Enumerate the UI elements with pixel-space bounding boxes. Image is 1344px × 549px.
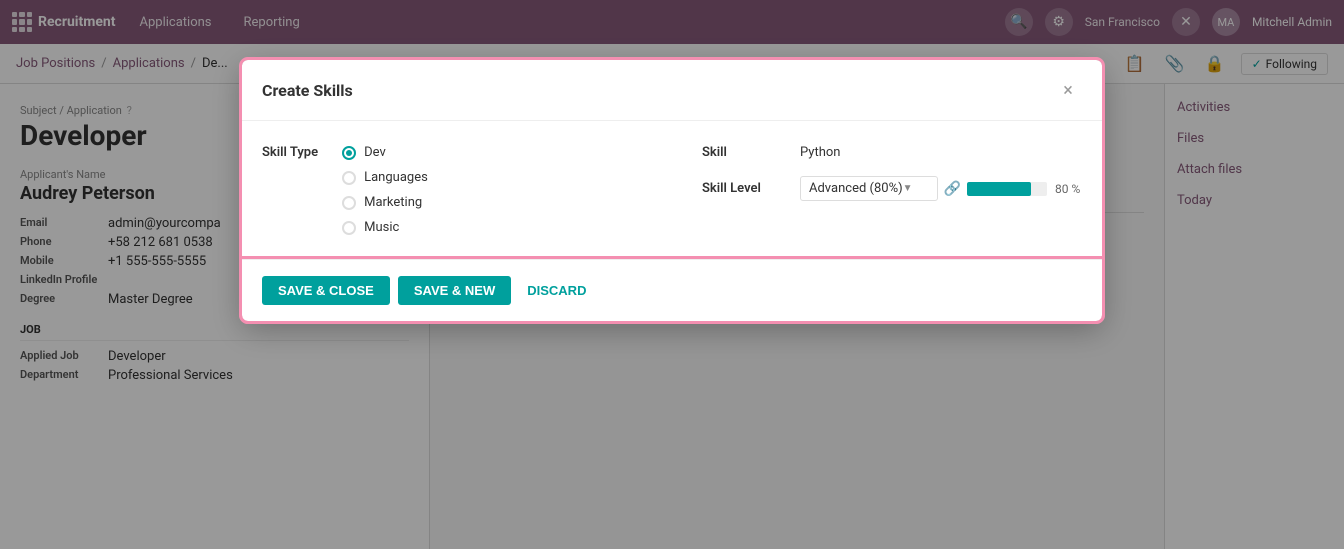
skill-detail-section: Skill Python Skill Level Advanced (80%) …: [702, 145, 1082, 235]
skill-level-label: Skill Level: [702, 181, 792, 196]
external-link-icon[interactable]: 🔗: [944, 181, 961, 197]
modal-body: Skill Type Dev Languages Marketing: [242, 121, 1102, 259]
radio-dev-circle: [342, 146, 356, 160]
skill-label: Skill: [702, 145, 792, 160]
skill-type-label: Skill Type: [262, 145, 318, 160]
radio-dev-label: Dev: [364, 145, 386, 160]
skill-level-select[interactable]: Advanced (80%) ▼: [800, 176, 938, 201]
radio-languages-label: Languages: [364, 170, 428, 185]
skill-type-section: Skill Type Dev Languages Marketing: [262, 145, 642, 235]
discard-button[interactable]: DISCARD: [519, 276, 594, 305]
modal-header: Create Skills ×: [242, 60, 1102, 121]
skill-level-selected: Advanced (80%): [809, 181, 903, 196]
progress-bar-background: [967, 182, 1047, 196]
modal-footer: SAVE & CLOSE SAVE & NEW DISCARD: [242, 259, 1102, 321]
radio-languages[interactable]: Languages: [342, 170, 428, 185]
create-skills-modal: Create Skills × Skill Type Dev Langua: [242, 60, 1102, 321]
radio-music-label: Music: [364, 220, 399, 235]
skill-level-controls: Advanced (80%) ▼ 🔗 80 %: [800, 176, 1080, 201]
skill-progress: 80 %: [967, 182, 1080, 196]
skill-row: Skill Python: [702, 145, 1082, 160]
save-close-button[interactable]: SAVE & CLOSE: [262, 276, 390, 305]
radio-languages-circle: [342, 171, 356, 185]
radio-marketing-label: Marketing: [364, 195, 422, 210]
radio-marketing[interactable]: Marketing: [342, 195, 428, 210]
save-new-button[interactable]: SAVE & NEW: [398, 276, 511, 305]
modal-overlay: Create Skills × Skill Type Dev Langua: [0, 0, 1344, 549]
radio-music[interactable]: Music: [342, 220, 428, 235]
modal-close-button[interactable]: ×: [1054, 76, 1082, 104]
progress-label: 80 %: [1055, 182, 1080, 196]
skill-value: Python: [800, 145, 840, 160]
radio-dev[interactable]: Dev: [342, 145, 428, 160]
modal-title: Create Skills: [262, 81, 353, 100]
chevron-down-icon: ▼: [903, 183, 913, 194]
skill-type-radio-group: Dev Languages Marketing Music: [342, 145, 428, 235]
radio-marketing-circle: [342, 196, 356, 210]
radio-music-circle: [342, 221, 356, 235]
progress-bar-fill: [967, 182, 1031, 196]
skill-level-row: Skill Level Advanced (80%) ▼ 🔗 80 %: [702, 176, 1082, 201]
